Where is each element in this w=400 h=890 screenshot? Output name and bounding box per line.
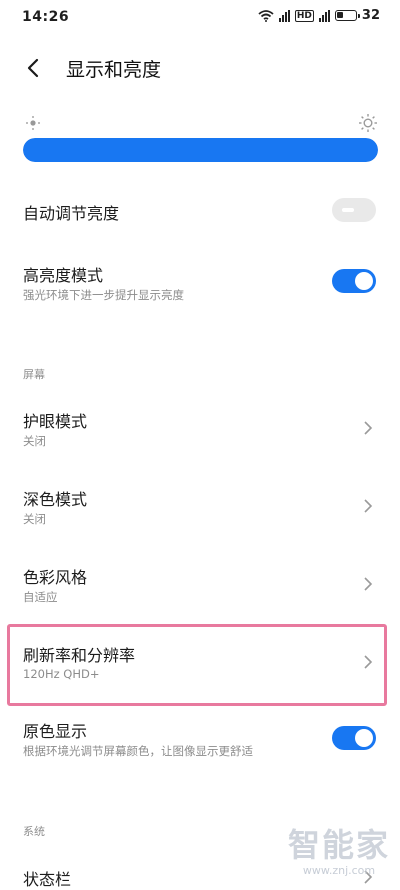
status-icons: HD 32 [258, 8, 380, 23]
brightness-slider[interactable] [23, 138, 378, 162]
watermark: 智能家 www.znj.com [288, 820, 390, 877]
hd-badge: HD [294, 9, 314, 22]
eye-care-value: 关闭 [23, 434, 46, 448]
high-brightness-desc: 强光环境下进一步提升显示亮度 [23, 288, 184, 302]
section-header-screen: 屏幕 [23, 368, 45, 381]
chevron-right-icon [364, 577, 373, 591]
highlight-box [7, 624, 387, 706]
chevron-right-icon [364, 499, 373, 513]
high-brightness-label: 高亮度模式 [23, 266, 104, 285]
true-tone-toggle[interactable] [332, 726, 376, 750]
battery-level: 32 [361, 8, 380, 23]
wifi-icon [258, 9, 274, 22]
color-style-value: 自适应 [23, 590, 58, 604]
color-style-label: 色彩风格 [23, 568, 88, 587]
auto-brightness-toggle[interactable] [332, 198, 376, 222]
signal-icon-2 [318, 9, 330, 22]
eye-care-label: 护眼模式 [23, 412, 88, 431]
auto-brightness-label: 自动调节亮度 [23, 204, 120, 223]
page-title: 显示和亮度 [66, 59, 162, 81]
status-time: 14:26 [22, 9, 70, 25]
true-tone-label: 原色显示 [23, 722, 88, 741]
back-arrow-icon[interactable] [22, 56, 46, 80]
high-brightness-toggle[interactable] [332, 269, 376, 293]
chevron-right-icon [364, 421, 373, 435]
battery-icon [334, 10, 360, 21]
brightness-high-icon [359, 114, 377, 132]
dark-mode-value: 关闭 [23, 512, 46, 526]
status-bar: 14:26 HD 32 [0, 0, 400, 36]
section-header-system: 系统 [23, 825, 45, 838]
dark-mode-label: 深色模式 [23, 490, 88, 509]
signal-icon [278, 9, 290, 22]
status-bar-item-label[interactable]: 状态栏 [23, 866, 71, 890]
brightness-slider-fill [23, 138, 378, 162]
true-tone-desc: 根据环境光调节屏幕颜色，让图像显示更舒适 [23, 744, 253, 758]
watermark-brand: 智能家 [287, 826, 390, 864]
brightness-low-icon [26, 116, 40, 130]
